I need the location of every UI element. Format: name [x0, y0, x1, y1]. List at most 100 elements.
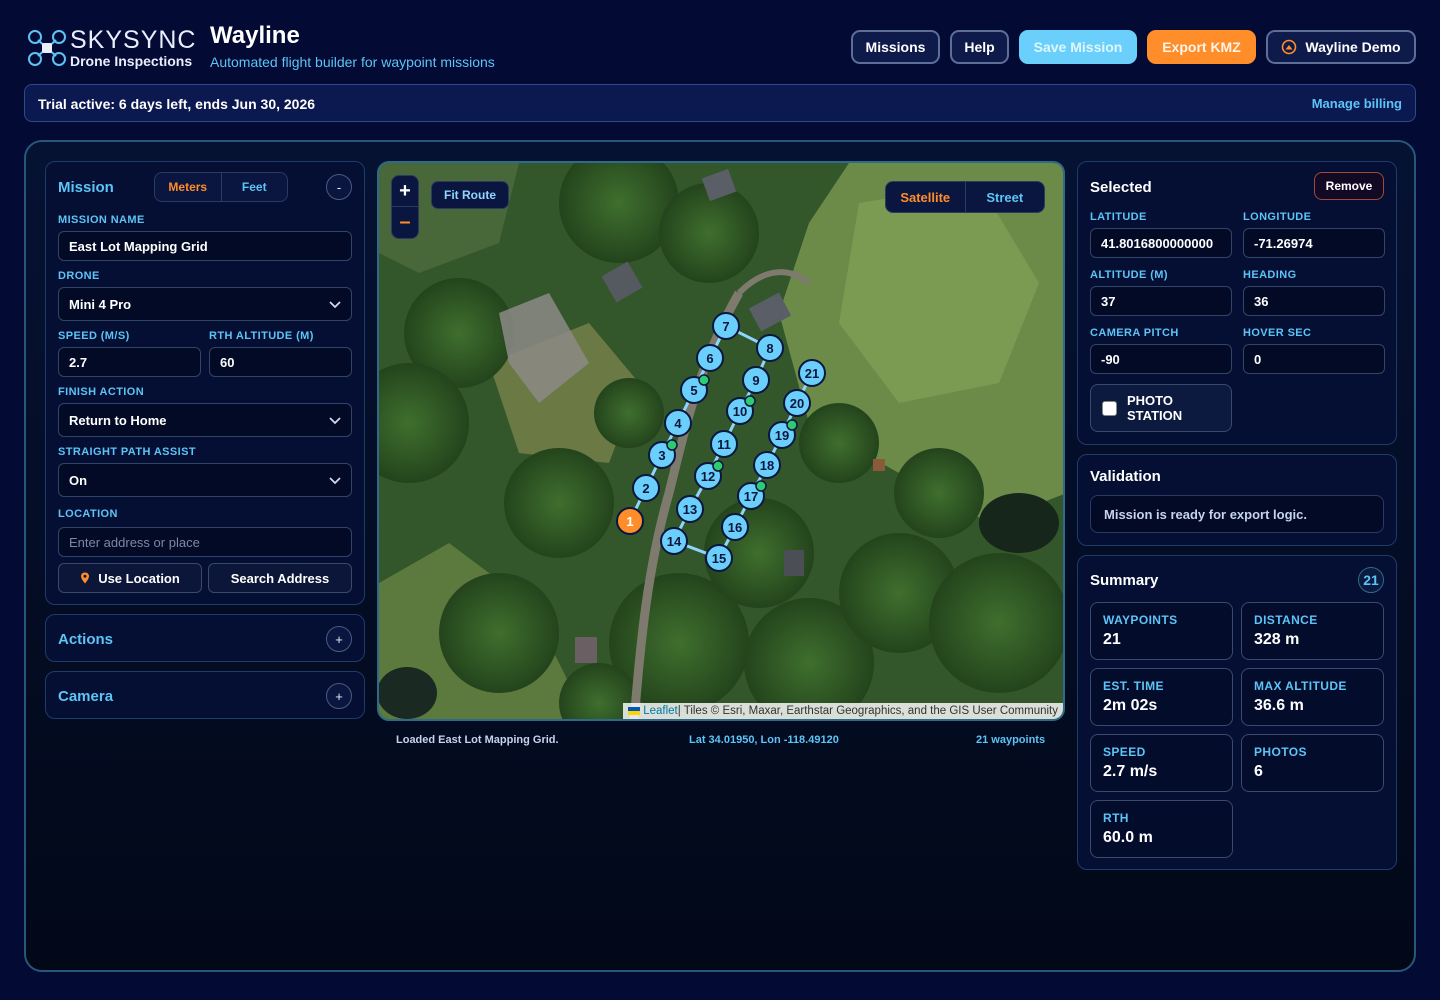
leaflet-link[interactable]: Leaflet [643, 705, 678, 717]
waypoint-label: 3 [658, 448, 665, 463]
help-button[interactable]: Help [950, 30, 1009, 64]
expand-camera-button[interactable]: + [326, 683, 352, 709]
satellite-layer-tab[interactable]: Satellite [886, 182, 966, 212]
latitude-input[interactable]: 41.8016800000000 [1090, 228, 1232, 258]
stat-photos: PHOTOS 6 [1241, 734, 1384, 792]
waypoint-marker[interactable]: 20 [783, 389, 811, 417]
waypoint-marker[interactable]: 17 [737, 480, 767, 510]
trial-status: Trial active: 6 days left, ends Jun 30, … [38, 96, 316, 112]
waypoint-marker[interactable]: 12 [694, 460, 724, 490]
export-kmz-button[interactable]: Export KMZ [1147, 30, 1256, 64]
photo-station-icon [744, 395, 756, 407]
waypoint-label: 19 [775, 428, 789, 443]
collapse-mission-button[interactable]: - [326, 174, 352, 200]
unit-feet-tab[interactable]: Feet [222, 173, 288, 201]
longitude-input[interactable]: -71.26974 [1243, 228, 1385, 258]
camera-panel[interactable]: Camera + [45, 671, 365, 719]
zoom-in-button[interactable]: + [392, 176, 418, 207]
stat-value: 2.7 m/s [1103, 763, 1158, 780]
search-address-button[interactable]: Search Address [208, 563, 352, 593]
waypoint-marker[interactable]: 7 [712, 312, 740, 340]
trial-banner: Trial active: 6 days left, ends Jun 30, … [24, 84, 1416, 122]
waypoint-marker[interactable]: 15 [705, 544, 733, 572]
map-cursor-coords: Lat 34.01950, Lon -118.49120 [689, 734, 839, 746]
expand-actions-button[interactable]: + [326, 626, 352, 652]
stat-label: SPEED [1103, 745, 1146, 759]
waypoint-marker[interactable]: 21 [798, 359, 826, 387]
waypoint-marker[interactable]: 3 [648, 439, 678, 469]
waypoint-marker[interactable]: 9 [742, 366, 770, 394]
waypoint-marker[interactable]: 16 [721, 513, 749, 541]
hover-sec-input[interactable]: 0 [1243, 344, 1385, 374]
map-attribution: Leaflet | Tiles © Esri, Maxar, Earthstar… [623, 703, 1063, 719]
drone-select[interactable]: Mini 4 Pro [58, 287, 352, 321]
camera-pitch-input[interactable]: -90 [1090, 344, 1232, 374]
altitude-input[interactable]: 37 [1090, 286, 1232, 316]
waypoint-label: 20 [790, 396, 804, 411]
user-menu-button[interactable]: Wayline Demo [1266, 30, 1416, 64]
latitude-label: LATITUDE [1090, 211, 1147, 223]
stat-max-altitude: MAX ALTITUDE 36.6 m [1241, 668, 1384, 726]
photo-station-label: PHOTO STATION [1127, 393, 1183, 423]
speed-input[interactable]: 2.7 [58, 347, 201, 377]
waypoint-label: 7 [722, 319, 729, 334]
location-input[interactable]: Enter address or place [58, 527, 352, 557]
user-icon [1282, 39, 1297, 55]
straight-path-select[interactable]: On [58, 463, 352, 497]
validation-panel: Validation Mission is ready for export l… [1077, 454, 1397, 546]
photo-station-checkbox[interactable] [1102, 401, 1117, 416]
manage-billing-link[interactable]: Manage billing [1312, 96, 1402, 111]
waypoint-marker[interactable]: 5 [680, 374, 710, 404]
unit-meters-tab[interactable]: Meters [155, 173, 222, 201]
app-subtitle: Automated flight builder for waypoint mi… [210, 54, 495, 70]
waypoint-label: 2 [642, 481, 649, 496]
zoom-control: + – [391, 175, 419, 239]
waypoint-label: 11 [717, 437, 731, 452]
stat-label: EST. TIME [1103, 679, 1164, 693]
stat-value: 328 m [1254, 631, 1300, 648]
mission-map[interactable]: 1 2 3 4 5 6 7 8 9 10 11 12 13 14 15 16 17 18 19 20 21 + – Fi… [377, 161, 1065, 721]
straight-path-label: STRAIGHT PATH ASSIST [58, 446, 196, 458]
stat-value: 2m 02s [1103, 697, 1158, 714]
waypoint-marker[interactable]: 11 [710, 430, 738, 458]
photo-station-toggle[interactable]: PHOTO STATION [1090, 384, 1232, 432]
summary-count-badge: 21 [1358, 567, 1384, 593]
finish-action-select[interactable]: Return to Home [58, 403, 352, 437]
waypoint-marker[interactable]: 18 [753, 451, 781, 479]
stat-label: RTH [1103, 811, 1129, 825]
waypoint-marker[interactable]: 4 [664, 409, 692, 437]
waypoint-marker[interactable]: 19 [768, 419, 798, 449]
mission-name-input[interactable]: East Lot Mapping Grid [58, 231, 352, 261]
rth-altitude-input[interactable]: 60 [209, 347, 352, 377]
waypoint-marker[interactable]: 6 [696, 344, 724, 372]
actions-panel-title: Actions [58, 631, 114, 648]
street-layer-tab[interactable]: Street [966, 182, 1045, 212]
stat-label: DISTANCE [1254, 613, 1318, 627]
stat-value: 21 [1103, 631, 1121, 648]
use-location-button[interactable]: Use Location [58, 563, 202, 593]
route-layer: 123456789101112131415161718192021 [616, 312, 826, 572]
stat-value: 6 [1254, 763, 1263, 780]
brand-logo[interactable]: SKYSYNC Drone Inspections [26, 26, 196, 70]
waypoint-marker[interactable]: 8 [756, 334, 784, 362]
location-label: LOCATION [58, 508, 118, 520]
chevron-down-icon [329, 417, 341, 425]
map-status-message: Loaded East Lot Mapping Grid. [396, 734, 559, 746]
waypoint-marker[interactable]: 13 [676, 495, 704, 523]
fit-route-button[interactable]: Fit Route [431, 181, 509, 209]
save-mission-button[interactable]: Save Mission [1019, 30, 1137, 64]
heading-input[interactable]: 36 [1243, 286, 1385, 316]
camera-panel-title: Camera [58, 688, 114, 705]
actions-panel[interactable]: Actions + [45, 614, 365, 662]
finish-action-value: Return to Home [69, 412, 167, 428]
waypoint-marker[interactable]: 10 [726, 395, 756, 425]
stat-waypoints: WAYPOINTS 21 [1090, 602, 1233, 660]
drone-select-value: Mini 4 Pro [69, 296, 132, 312]
missions-button[interactable]: Missions [851, 30, 940, 64]
zoom-out-button[interactable]: – [392, 207, 418, 238]
waypoint-marker[interactable]: 1 [616, 507, 644, 535]
waypoint-marker[interactable]: 14 [660, 527, 688, 555]
ukraine-flag-icon [628, 707, 641, 715]
remove-waypoint-button[interactable]: Remove [1314, 172, 1384, 200]
waypoint-marker[interactable]: 2 [632, 474, 660, 502]
